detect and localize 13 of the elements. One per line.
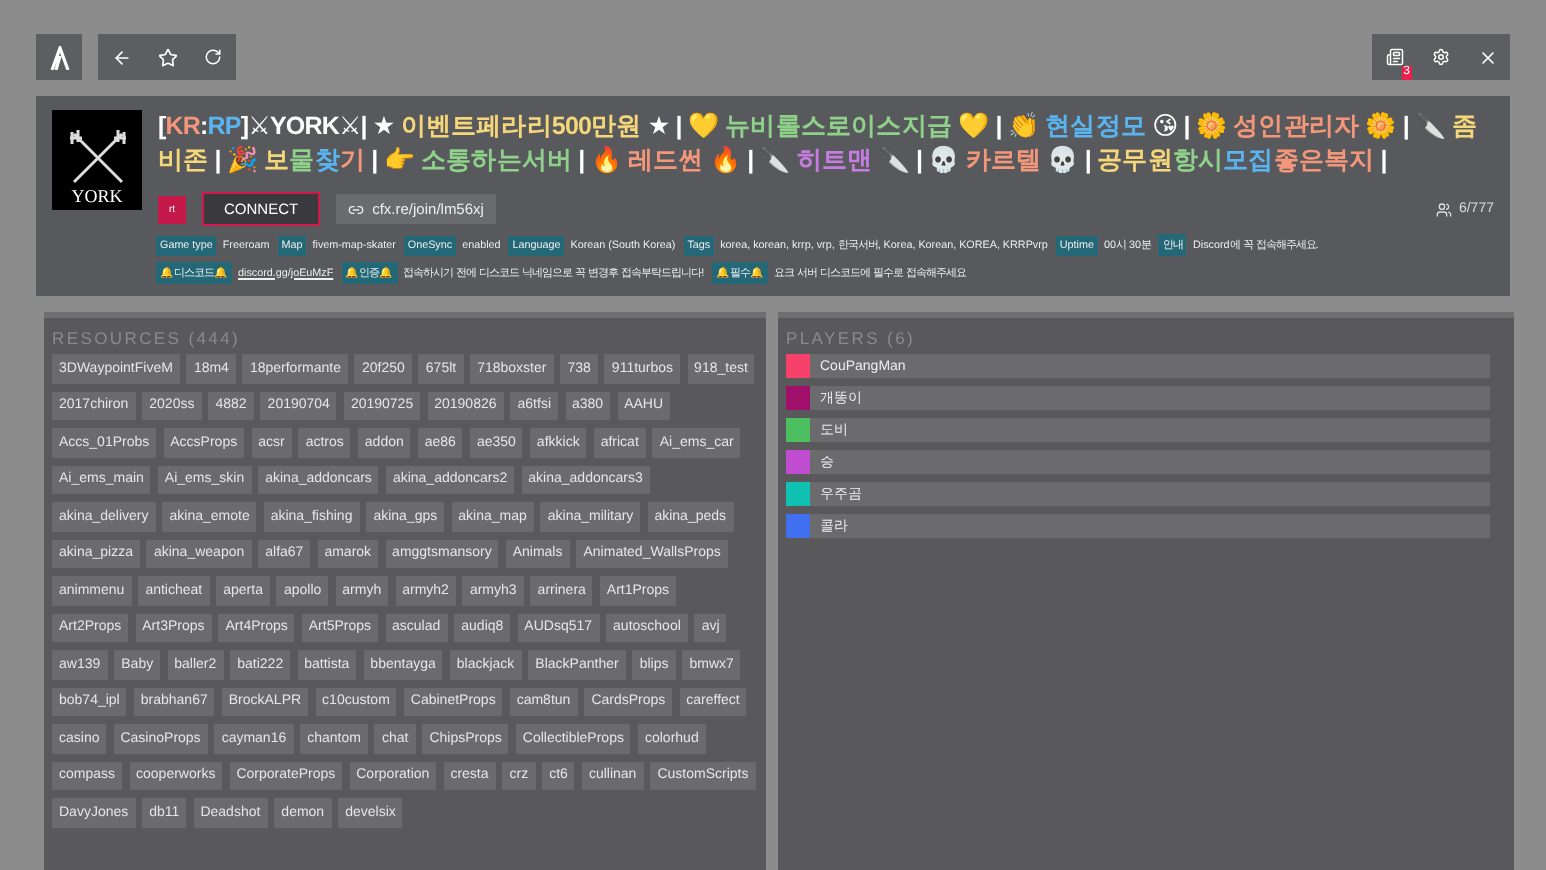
newspaper-icon: [1386, 48, 1404, 66]
app-logo-button[interactable]: [36, 34, 82, 80]
back-arrow-icon: [111, 47, 131, 67]
link-icon: [348, 201, 365, 217]
refresh-icon: [204, 48, 222, 66]
close-icon: [1477, 47, 1497, 67]
crossed-tridents-icon: [67, 130, 127, 186]
users-icon: [1436, 201, 1453, 217]
server-title: [KR:RP]⚔YORK⚔| ★ 이벤트페라리500만원 ★ | 💛 뉴비롤스로이스지급 💛 | 👏 현실정모 😘 | 🌼 성인관리자 🌼 | 🔪 좀비존 | 🎉 보물찾기 | 👉 소통하는서버 | 🔥 레드썬 🔥 | 🔪 히트맨 🔪 | 💀 카르텔 💀 | 공무원항시모집좋은복지 |: [158, 110, 1480, 178]
star-icon: [157, 47, 177, 67]
logo-text: YORK: [71, 186, 123, 206]
caret-logo-icon: [49, 45, 69, 69]
settings-icon: [1432, 48, 1450, 66]
